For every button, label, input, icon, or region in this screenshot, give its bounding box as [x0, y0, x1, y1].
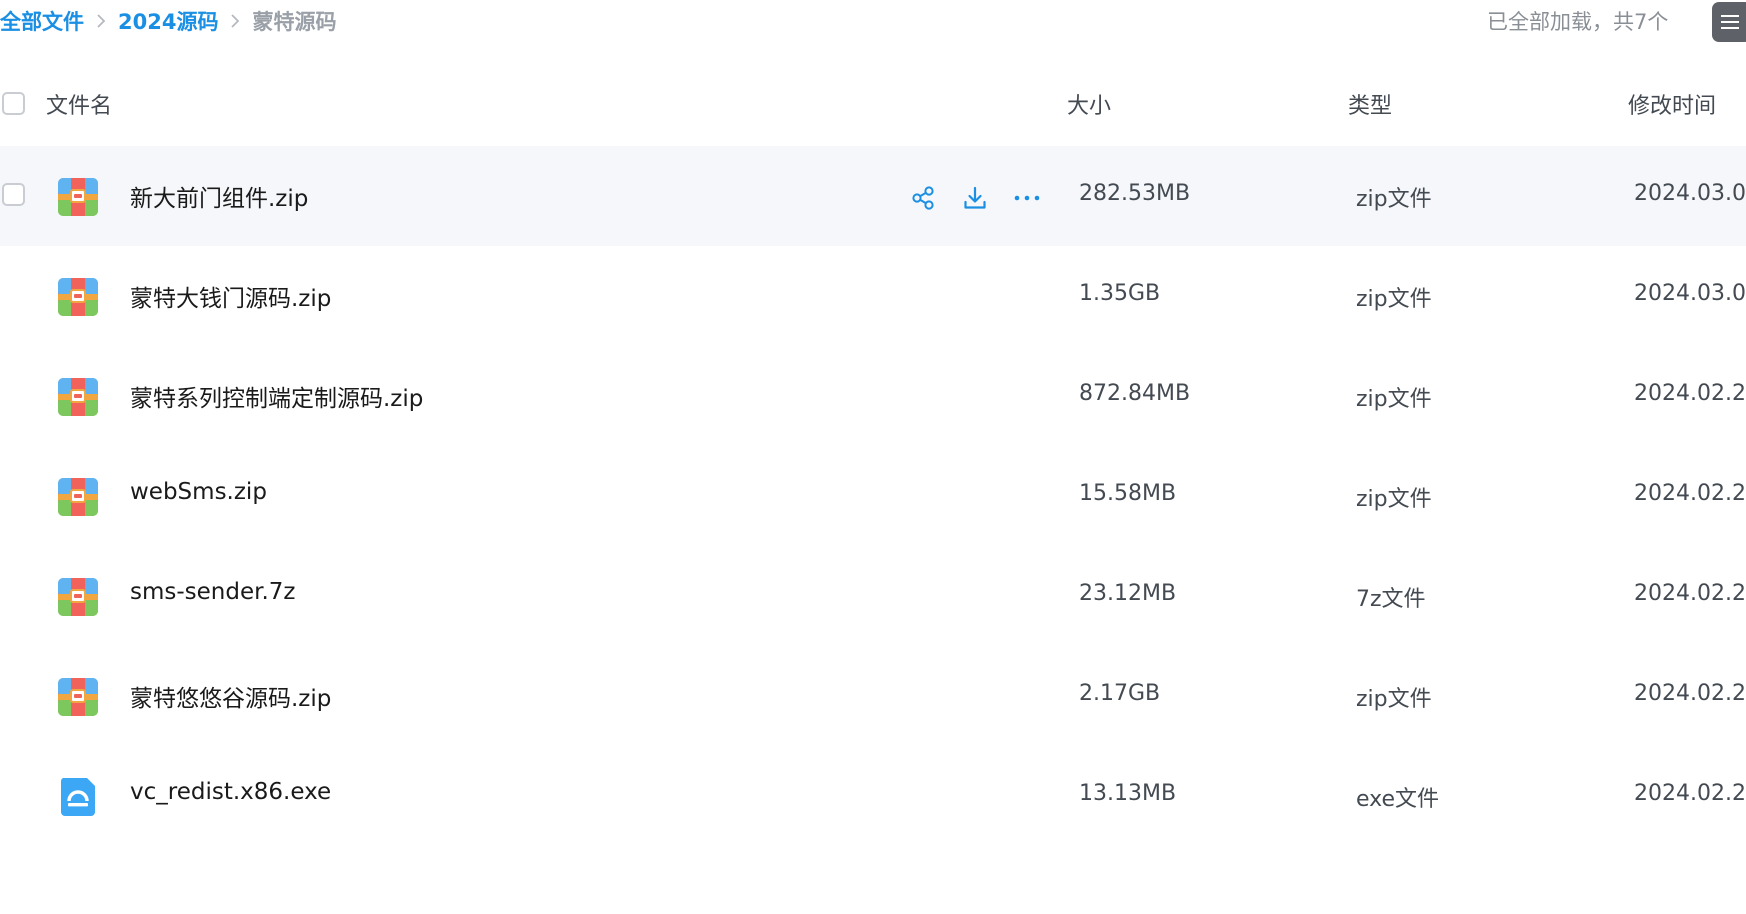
file-modified: 2024.02.2	[1634, 381, 1746, 406]
file-type: zip文件	[1356, 287, 1432, 312]
file-size: 282.53MB	[1079, 181, 1191, 206]
file-size: 13.13MB	[1079, 781, 1177, 806]
file-name[interactable]: 新大前门组件.zip	[130, 179, 308, 213]
file-name[interactable]: vc_redist.x86.exe	[130, 779, 331, 805]
file-row[interactable]: sms-sender.7z 23.12MB 7z文件 2024.02.2	[0, 546, 1746, 646]
breadcrumb-current-folder: 蒙特源码	[252, 10, 337, 34]
file-type: exe文件	[1356, 787, 1440, 812]
breadcrumb-2024-source[interactable]: 2024源码	[118, 6, 218, 36]
file-row[interactable]: 蒙特悠悠谷源码.zip 2.17GB zip文件 2024.02.2	[0, 646, 1746, 746]
share-button[interactable]	[907, 182, 939, 214]
zip-archive-icon	[57, 176, 99, 218]
file-row[interactable]: webSms.zip 15.58MB zip文件 2024.02.2	[0, 446, 1746, 546]
file-name[interactable]: sms-sender.7z	[130, 579, 296, 605]
file-list-header: 文件名 大小 类型 修改时间	[0, 74, 1746, 134]
download-button[interactable]	[959, 182, 991, 214]
breadcrumb-all-files[interactable]: 全部文件	[0, 6, 84, 36]
header-filename[interactable]: 文件名	[46, 88, 112, 120]
chevron-right-icon	[96, 13, 106, 29]
file-type: zip文件	[1356, 387, 1432, 412]
list-view-icon	[1721, 15, 1739, 29]
header-size[interactable]: 大小	[1067, 88, 1111, 120]
share-icon	[912, 186, 934, 210]
chevron-right-icon	[230, 13, 240, 29]
file-name[interactable]: 蒙特系列控制端定制源码.zip	[130, 379, 423, 413]
view-toggle-button[interactable]	[1712, 2, 1746, 42]
more-button[interactable]	[1011, 182, 1043, 214]
header-modified[interactable]: 修改时间	[1628, 88, 1716, 120]
file-row[interactable]: 蒙特大钱门源码.zip 1.35GB zip文件 2024.03.0	[0, 246, 1746, 346]
file-size: 23.12MB	[1079, 581, 1177, 606]
file-modified: 2024.03.0	[1634, 181, 1746, 206]
file-name[interactable]: 蒙特悠悠谷源码.zip	[130, 679, 331, 713]
more-icon	[1014, 195, 1040, 201]
row-checkbox[interactable]	[2, 183, 25, 206]
file-size: 872.84MB	[1079, 381, 1191, 406]
select-all-checkbox[interactable]	[2, 92, 25, 115]
file-row[interactable]: 新大前门组件.zip 282.53MB zip文件 2024.03.0	[0, 146, 1746, 246]
file-name[interactable]: webSms.zip	[130, 479, 267, 505]
file-type: zip文件	[1356, 187, 1432, 212]
zip-archive-icon	[57, 676, 99, 718]
file-list: 新大前门组件.zip 282.53MB zip文件 2024.03.0 蒙特大钱…	[0, 146, 1746, 846]
file-size: 15.58MB	[1079, 481, 1177, 506]
file-row[interactable]: vc_redist.x86.exe 13.13MB exe文件 2024.02.…	[0, 746, 1746, 846]
file-modified: 2024.02.2	[1634, 581, 1746, 606]
row-actions	[907, 182, 1043, 214]
download-icon	[964, 186, 986, 209]
zip-archive-icon	[57, 276, 99, 318]
file-type: zip文件	[1356, 687, 1432, 712]
zip-archive-icon	[57, 576, 99, 618]
load-status-text: 已全部加载，共7个	[1487, 10, 1669, 34]
file-type: 7z文件	[1356, 587, 1426, 612]
file-modified: 2024.02.2	[1634, 481, 1746, 506]
file-modified: 2024.02.2	[1634, 681, 1746, 706]
file-size: 2.17GB	[1079, 681, 1161, 706]
breadcrumb: 全部文件 2024源码 蒙特源码	[0, 4, 336, 38]
file-modified: 2024.03.0	[1634, 281, 1746, 306]
file-name[interactable]: 蒙特大钱门源码.zip	[130, 279, 331, 313]
file-row[interactable]: 蒙特系列控制端定制源码.zip 872.84MB zip文件 2024.02.2	[0, 346, 1746, 446]
zip-archive-icon	[57, 376, 99, 418]
zip-archive-icon	[57, 476, 99, 518]
file-browser-page: 全部文件 2024源码 蒙特源码 已全部加载，共7个 文件名 大小 类型 修改时…	[0, 0, 1746, 914]
file-size: 1.35GB	[1079, 281, 1161, 306]
file-modified: 2024.02.2	[1634, 781, 1746, 806]
executable-icon	[57, 776, 99, 818]
file-type: zip文件	[1356, 487, 1432, 512]
header-type[interactable]: 类型	[1348, 88, 1392, 120]
